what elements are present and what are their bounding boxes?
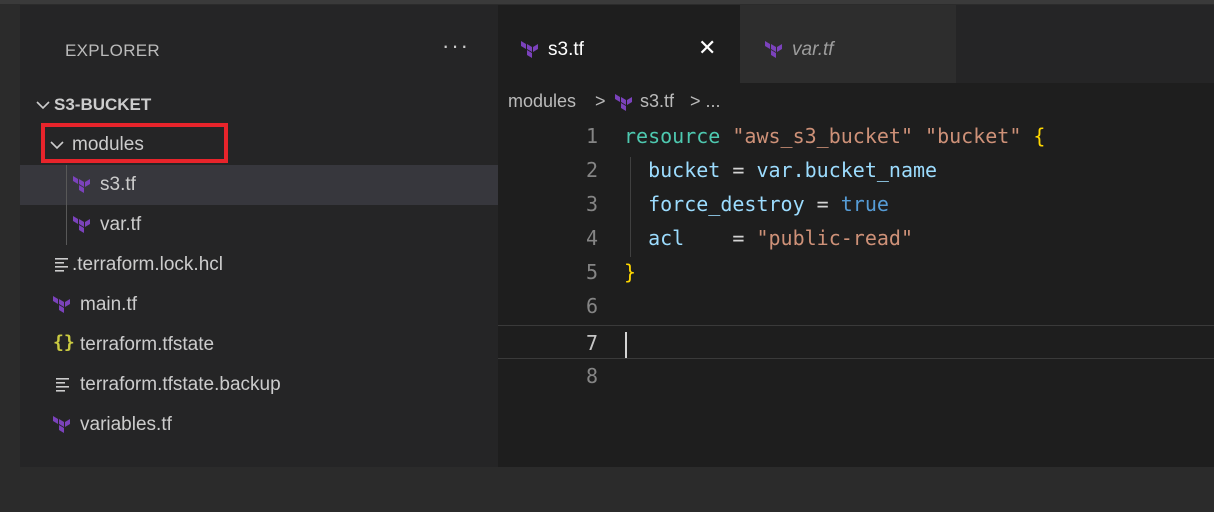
breadcrumb-folder[interactable]: modules (508, 91, 576, 112)
close-icon[interactable]: ✕ (698, 35, 716, 61)
editor-pane: s3.tf ✕ var.tf modules > s3.tf > ... 1 r… (498, 5, 1214, 467)
breadcrumb-separator: > (595, 91, 606, 111)
text-cursor (625, 332, 627, 358)
code-line[interactable]: 2 bucket = var.bucket_name (498, 153, 1214, 187)
explorer-sidebar: EXPLORER ··· S3-BUCKET modules s3.tf var… (20, 5, 498, 467)
terraform-icon (53, 296, 70, 313)
tree-item-terraform-tfstate-backup[interactable]: terraform.tfstate.backup (20, 365, 498, 405)
code-text: resource "aws_s3_bucket" "bucket" { (624, 124, 1046, 148)
breadcrumb-rest[interactable]: > ... (690, 91, 721, 112)
tree-item-label: variables.tf (80, 414, 172, 435)
code-text: acl = "public-read" (648, 226, 914, 250)
tree-item-var-tf[interactable]: var.tf (20, 205, 498, 245)
top-strip (0, 0, 1214, 4)
tree-root-folder[interactable]: S3-BUCKET (20, 85, 498, 125)
tree-item-variables-tf[interactable]: variables.tf (20, 405, 498, 445)
code-text: } (624, 260, 637, 284)
line-number: 4 (585, 226, 598, 250)
indent-guide (66, 165, 67, 245)
terraform-icon (521, 41, 538, 58)
tab-label: s3.tf (548, 39, 584, 60)
line-number: 6 (585, 294, 598, 318)
chevron-down-icon (36, 101, 50, 110)
code-text: force_destroy = true (648, 192, 889, 216)
line-number: 8 (585, 364, 598, 388)
code-line[interactable]: 6 (498, 289, 1214, 323)
tab-s3-tf[interactable]: s3.tf ✕ (498, 5, 740, 83)
code-line[interactable]: 8 (498, 359, 1214, 393)
tree-item-label: terraform.tfstate.backup (80, 374, 281, 395)
tree-item-main-tf[interactable]: main.tf (20, 285, 498, 325)
breadcrumb-file[interactable]: s3.tf (640, 91, 674, 112)
terraform-icon (615, 94, 632, 111)
tree-item-label: main.tf (80, 294, 138, 315)
json-braces-icon: {} (53, 332, 75, 353)
tree-item-s3-tf[interactable]: s3.tf (20, 165, 498, 205)
terraform-icon (53, 416, 70, 433)
tree-item-terraform-lock-hcl[interactable]: .terraform.lock.hcl (20, 245, 498, 285)
vscode-window: EXPLORER ··· S3-BUCKET modules s3.tf var… (20, 5, 1214, 467)
breadcrumb: modules > s3.tf > ... (498, 85, 1214, 119)
code-line[interactable]: 5 } (498, 255, 1214, 289)
code-line[interactable]: 3 force_destroy = true (498, 187, 1214, 221)
terraform-icon (73, 176, 90, 193)
highlight-annotation-box (41, 123, 228, 163)
explorer-title: EXPLORER (65, 41, 160, 60)
tree-item-label: terraform.tfstate (80, 334, 215, 355)
tree-item-label: var.tf (100, 214, 142, 235)
line-number: 7 (585, 331, 598, 355)
line-number: 1 (585, 124, 598, 148)
code-line[interactable]: 4 acl = "public-read" (498, 221, 1214, 255)
root-folder-label: S3-BUCKET (54, 95, 152, 114)
tab-var-tf[interactable]: var.tf (740, 5, 956, 83)
explorer-header: EXPLORER ··· (20, 5, 498, 85)
screenshot-frame: EXPLORER ··· S3-BUCKET modules s3.tf var… (0, 0, 1214, 512)
code-text: bucket = var.bucket_name (648, 158, 938, 182)
text-file-icon (56, 378, 69, 392)
code-line-current[interactable]: 7 (498, 325, 1214, 359)
line-number: 5 (585, 260, 598, 284)
tab-bar: s3.tf ✕ var.tf (498, 5, 1214, 83)
code-line[interactable]: 1 resource "aws_s3_bucket" "bucket" { (498, 119, 1214, 153)
tab-label: var.tf (792, 39, 834, 60)
text-file-icon (55, 258, 68, 272)
terraform-icon (73, 216, 90, 233)
line-number: 3 (585, 192, 598, 216)
line-number: 2 (585, 158, 598, 182)
tree-item-label: .terraform.lock.hcl (72, 254, 223, 275)
terraform-icon (765, 41, 782, 58)
tree-item-label: s3.tf (100, 174, 136, 195)
code-editor[interactable]: 1 resource "aws_s3_bucket" "bucket" { 2 … (498, 119, 1214, 419)
more-actions-icon[interactable]: ··· (442, 33, 470, 59)
tree-item-terraform-tfstate[interactable]: {} terraform.tfstate (20, 325, 498, 365)
